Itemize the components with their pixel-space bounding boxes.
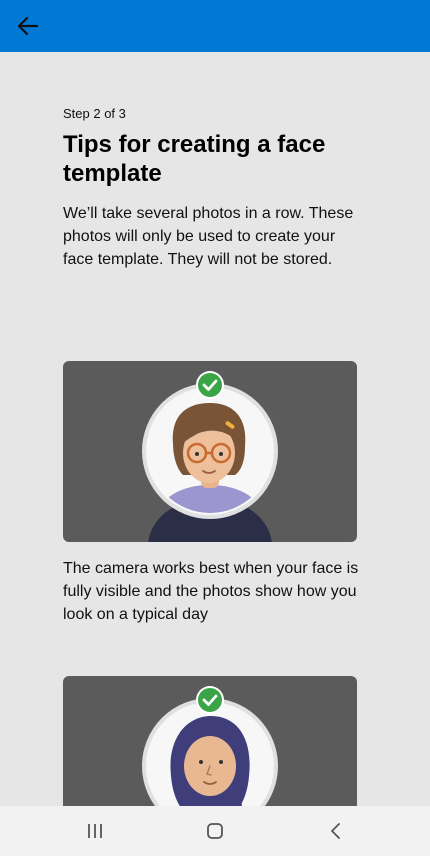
home-icon bbox=[207, 823, 223, 839]
page-title: Tips for creating a face template bbox=[63, 131, 326, 187]
arrow-left-icon bbox=[17, 16, 39, 36]
face-glasses-illustration bbox=[142, 371, 278, 542]
home-button[interactable] bbox=[195, 816, 235, 846]
system-back-button[interactable] bbox=[316, 816, 356, 846]
recents-icon bbox=[88, 824, 102, 838]
system-nav-bar bbox=[0, 806, 430, 856]
face-hijab-illustration bbox=[142, 686, 278, 806]
step-indicator: Step 2 of 3 bbox=[63, 106, 126, 121]
main-content[interactable]: Step 2 of 3 Tips for creating a face tem… bbox=[0, 52, 430, 806]
tip-card-head-covering bbox=[63, 676, 357, 806]
chevron-left-icon bbox=[331, 823, 340, 839]
app-bar bbox=[0, 0, 430, 52]
page-description: We’ll take several photos in a row. Thes… bbox=[63, 205, 354, 268]
back-button[interactable] bbox=[10, 8, 46, 44]
recents-button[interactable] bbox=[75, 816, 115, 846]
tip-card-face-visible bbox=[63, 361, 357, 542]
tip-caption: The camera works best when your face is … bbox=[63, 560, 359, 623]
